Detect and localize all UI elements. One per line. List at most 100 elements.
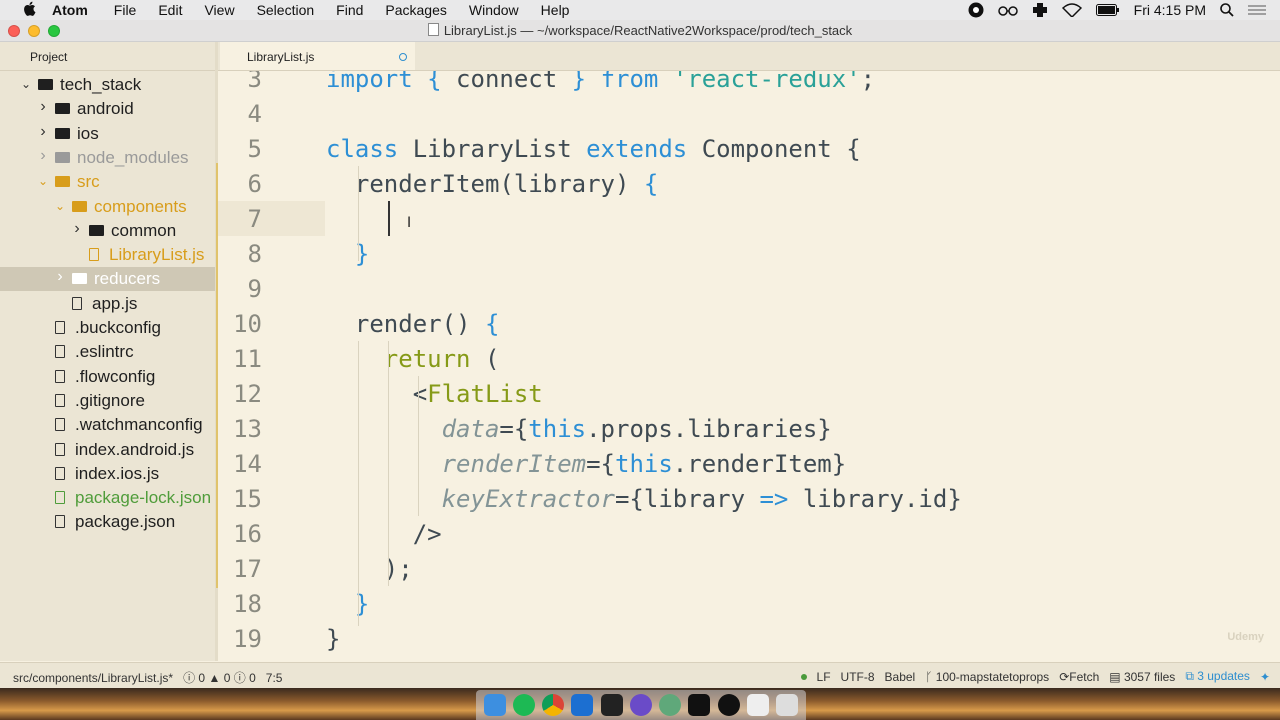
tree-item[interactable]: ⌄ src (0, 170, 215, 194)
code-token: render() (326, 310, 485, 338)
git-fetch[interactable]: ⟳Fetch (1059, 670, 1099, 684)
plus-icon[interactable] (1032, 2, 1048, 18)
files-icon: ▤ (1109, 669, 1124, 684)
notification-center-icon[interactable] (1248, 4, 1266, 16)
menu-view[interactable]: View (204, 2, 234, 18)
atom-icon[interactable] (659, 694, 682, 716)
file-icon (55, 515, 65, 529)
tree-item-label: components (94, 196, 187, 216)
tab-strip: Project LibraryList.js (0, 42, 1280, 71)
code-token: library.id} (788, 485, 962, 513)
file-count[interactable]: ▤ 3057 files (1109, 670, 1175, 684)
terminal-app-icon[interactable] (600, 694, 623, 716)
line-number-gutter[interactable]: 3 4 5 6 7 8 9 10 11 12 13 14 15 16 17 18 19 (218, 71, 325, 661)
menu-find[interactable]: Find (336, 2, 363, 18)
obs-icon[interactable] (968, 2, 984, 18)
git-status-dot-icon (800, 673, 807, 680)
sync-icon: ⟳ (1059, 669, 1070, 684)
chevron-right-icon[interactable]: › (38, 147, 48, 165)
tree-item[interactable]: › android (0, 97, 215, 121)
tree-item[interactable]: index.android.js (0, 438, 215, 462)
tree-item[interactable]: LibraryList.js (0, 243, 215, 267)
diagnostics[interactable]: ⓘ 0 ▲ 0 ⓘ 0 (183, 669, 256, 686)
apple-menu-icon[interactable] (18, 1, 40, 20)
indent-guide (418, 376, 419, 516)
tab-project[interactable]: Project (0, 42, 215, 70)
chevron-right-icon[interactable]: › (38, 123, 48, 141)
code-token: ={library (614, 485, 760, 513)
menu-window[interactable]: Window (469, 2, 519, 18)
tree-item[interactable]: app.js (0, 292, 215, 316)
file-icon (55, 466, 65, 480)
file-icon (72, 296, 82, 310)
code-token: } (571, 71, 587, 93)
obs-dock-icon[interactable] (717, 694, 740, 716)
menu-extras: Fri 4:15 PM (968, 0, 1280, 20)
tree-item[interactable]: ⌄ components (0, 195, 215, 219)
tree-item[interactable]: ⌄ tech_stack (0, 73, 215, 97)
chevron-right-icon[interactable]: › (55, 268, 65, 286)
encoding[interactable]: UTF-8 (841, 670, 875, 684)
terminal-icon[interactable] (688, 694, 711, 716)
tree-item[interactable]: .buckconfig (0, 316, 215, 340)
code-token: .renderItem} (672, 450, 847, 478)
menu-selection[interactable]: Selection (257, 2, 315, 18)
menu-packages[interactable]: Packages (385, 2, 446, 18)
clock[interactable]: Fri 4:15 PM (1134, 2, 1206, 18)
code-line: /> (326, 520, 442, 548)
code-line: } (326, 625, 340, 653)
spotlight-search-icon[interactable] (1220, 3, 1234, 17)
menu-help[interactable]: Help (541, 2, 570, 18)
chevron-right-icon[interactable]: › (72, 220, 82, 238)
menu-file[interactable]: File (114, 2, 137, 18)
tree-item[interactable]: › reducers (0, 267, 215, 292)
file-icon (55, 393, 65, 407)
code-token: from (600, 71, 659, 93)
chrome-icon[interactable] (542, 694, 565, 716)
app-menu[interactable]: Atom (52, 2, 88, 18)
dock (0, 688, 1280, 720)
line-number: 16 (233, 520, 262, 548)
tree-item[interactable]: › common (0, 219, 215, 243)
tree-item[interactable]: package-lock.json (0, 486, 215, 510)
status-file-path[interactable]: src/components/LibraryList.js* (13, 671, 173, 685)
code-token: this (528, 415, 587, 443)
finder-icon[interactable] (483, 694, 506, 716)
file-icon (55, 442, 65, 456)
battery-icon[interactable] (1095, 4, 1120, 16)
tree-item[interactable]: index.ios.js (0, 462, 215, 486)
trash-icon[interactable] (776, 694, 799, 716)
tree-item[interactable]: .eslintrc (0, 340, 215, 364)
code-editor[interactable]: 3 4 5 6 7 8 9 10 11 12 13 14 15 16 17 18 19 import { con… (218, 71, 1280, 661)
menu-edit[interactable]: Edit (158, 2, 182, 18)
code-token: keyExtractor (441, 485, 615, 513)
tree-item-label: .gitignore (75, 390, 145, 410)
visual-studio-icon[interactable] (629, 694, 652, 716)
glasses-icon[interactable] (997, 4, 1018, 16)
package-updates[interactable]: ⧉ 3 updates (1185, 669, 1250, 684)
tree-item[interactable]: .gitignore (0, 389, 215, 413)
code-token: ); (326, 555, 413, 583)
wifi-icon[interactable] (1061, 3, 1082, 17)
chevron-down-icon[interactable]: ⌄ (55, 199, 65, 213)
documents-icon[interactable] (747, 694, 770, 716)
tree-item[interactable]: › node_modules (0, 146, 215, 170)
tree-item[interactable]: › ios (0, 122, 215, 146)
chevron-down-icon[interactable]: ⌄ (38, 174, 48, 188)
tree-item[interactable]: .flowconfig (0, 365, 215, 389)
spotify-icon[interactable] (512, 694, 535, 716)
chevron-down-icon[interactable]: ⌄ (21, 77, 31, 91)
cursor-position[interactable]: 7:5 (266, 671, 283, 685)
code-token: } (326, 625, 341, 653)
tree-item[interactable]: package.json (0, 510, 215, 534)
git-branch[interactable]: ᚴ 100-mapstatetoprops (925, 670, 1049, 684)
xcode-icon[interactable] (571, 694, 594, 716)
squirrel-icon[interactable]: ✦ (1260, 670, 1270, 684)
line-ending[interactable]: LF (817, 670, 831, 684)
chevron-right-icon[interactable]: › (38, 98, 48, 116)
tab-librarylist-js[interactable]: LibraryList.js (220, 42, 415, 70)
tree-item[interactable]: .watchmanconfig (0, 413, 215, 437)
modified-indicator-icon[interactable] (399, 53, 407, 61)
grammar[interactable]: Babel (885, 670, 916, 684)
